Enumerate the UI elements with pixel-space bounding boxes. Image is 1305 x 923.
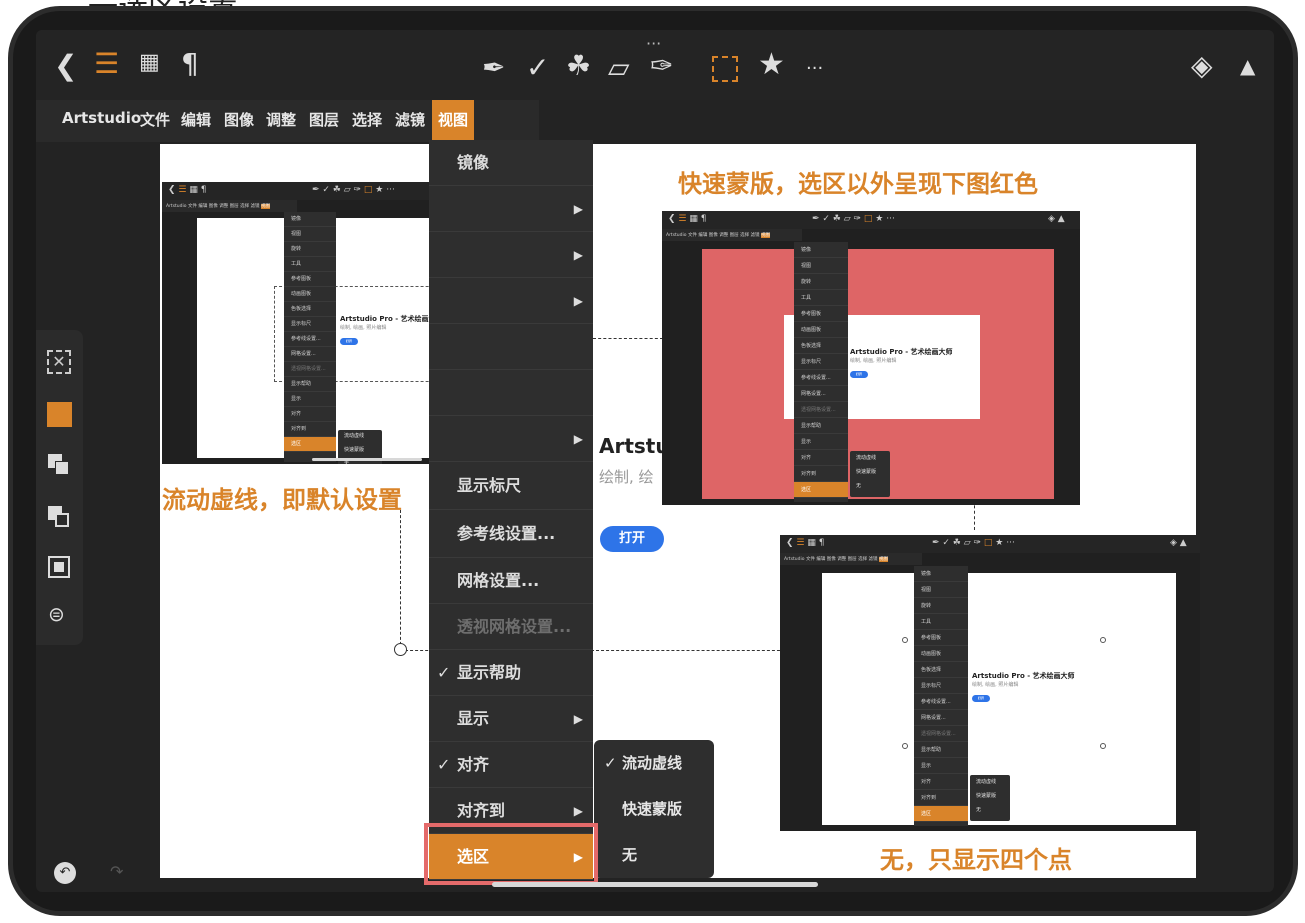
adjust-tools-icon[interactable]: ¶ [181,50,199,78]
note-quick-mask: 快速蒙版，选区以外呈现下图红色 [678,170,1038,198]
menu-item-grid-settings[interactable]: 网格设置... [429,558,593,604]
menu-item-hidden-2[interactable]: ▶ [429,232,593,278]
star-shape-icon[interactable]: ★ [758,50,785,80]
menu-icon[interactable]: ☰ [94,50,119,78]
thumb-card: Artstudio Pro - 艺术绘画大师 绘制, 绘画, 照片编辑 打开 [972,672,1075,702]
menu-select[interactable]: 选择 [352,109,382,130]
menu-image[interactable]: 图像 [224,109,254,130]
menu-bar: Artstudio 文件 编辑 图像 调整 图层 选择 滤镜 视图 [36,100,539,142]
thumb-card: Artstudio Pro - 艺术绘画大师 绘制, 绘画, 照片编辑 打开 [850,348,953,378]
screenshot-stage: { "caption_top": "一选区设置", "app": { "menu… [0,0,1305,923]
menu-item-hidden-1[interactable]: ▶ [429,186,593,232]
brush-icon[interactable]: ✒ [482,54,505,82]
thumb-view-menu: 镜像 视图 旋转 工具 参考图板 动画图板 色板选择 显示标尺 参考线设置...… [914,566,968,826]
menu-item-hidden-4[interactable] [429,324,593,370]
eyedropper-icon[interactable]: ✑ [650,52,673,80]
submenu-flowing-dashes[interactable]: ✓ 流动虚线 [594,740,714,786]
thumb-view-menu: 镜像 视图 旋转 工具 参考图板 动画图板 色板选择 显示标尺 参考线设置...… [794,242,848,502]
menu-view[interactable]: 视图 [432,100,475,142]
guide-line [593,338,663,339]
menu-layers[interactable]: 图层 [309,109,339,130]
menu-item-hidden-3[interactable]: ▶ [429,278,593,324]
menu-item-show-help[interactable]: ✓ 显示帮助 [429,650,593,696]
menu-file[interactable]: 文件 [140,109,170,130]
menu-item-perspective-grid: 透视网格设置... [429,604,593,650]
sliders-icon[interactable]: ⊜ [48,602,65,626]
menu-filter[interactable]: 滤镜 [395,109,425,130]
menu-item-guide-settings[interactable]: 参考线设置... [429,510,593,558]
menu-item-mirror[interactable]: 镜像 [429,140,593,186]
smudge-icon[interactable]: ✓ [526,54,549,82]
card-title-partial: Artstu [599,434,670,458]
layer-merge-icon[interactable] [48,454,70,476]
layer-intersect-icon[interactable] [48,556,70,578]
menu-edit[interactable]: 编辑 [181,109,211,130]
card-sub-partial: 绘制, 绘 [599,468,654,486]
thumb-selection-submenu: 流动虚线 快速蒙版 无 [850,451,890,497]
gallery-grid-icon[interactable]: ▦ [139,52,160,74]
thumbnail-quick-mask: ❮ ☰ ▦ ¶ ✒ ✓ ☘ ▱ ✑ □ ★ ··· ◈ ▲ Artstudio … [662,211,1080,505]
layer-subtract-icon[interactable] [48,506,70,528]
menu-item-display[interactable]: 显示 ▶ [429,696,593,742]
thumb-view-menu: 镜像 视图 旋转 工具 参考图板 动画图板 色板选择 显示标尺 参考线设置...… [284,212,336,462]
selection-tool-icon[interactable] [712,56,738,82]
selection-submenu: ✓ 流动虚线 快速蒙版 无 [594,740,714,878]
undo-icon[interactable]: ↶ [54,862,76,884]
highlight-box [424,823,598,885]
note-flowing-dashes: 流动虚线，即默认设置 [162,486,402,514]
note-none: 无，只显示四个点 [880,846,1072,874]
thumbnail-none: ❮ ☰ ▦ ¶ ✒ ✓ ☘ ▱ ✑ □ ★ ··· ◈ ▲ Artstudio … [780,535,1200,831]
view-menu: 镜像 ▶ ▶ ▶ ▶ 显示标尺 参考线设置... 网格设置... 透视网格设置.… [429,140,593,880]
menu-item-snap[interactable]: ✓ 对齐 [429,742,593,788]
submenu-none[interactable]: 无 [594,832,714,878]
thumb-card: Artstudio Pro - 艺术绘画大师 绘制, 绘画, 照片编辑 打开 [340,315,443,345]
color-swatch[interactable] [47,402,72,427]
layers-icon[interactable]: ◈ [1191,52,1213,80]
menu-artstudio[interactable]: Artstudio [62,109,141,127]
selection-handle[interactable] [394,643,407,656]
top-toolbar: ❮ ☰ ▦ ¶ ··· ✒ ✓ ☘ ▱ ✑ ★ ··· ◈ ▲ [36,30,1274,100]
menu-item-hidden-5[interactable] [429,370,593,416]
submenu-quick-mask[interactable]: 快速蒙版 [594,786,714,832]
more-tools-icon[interactable]: ··· [806,58,823,79]
thumb-selection-submenu: 流动虚线 快速蒙版 无 [970,775,1010,821]
eraser-icon[interactable]: ▱ [608,54,630,82]
blend-icon[interactable]: ☘ [566,52,591,80]
guide-line [400,510,401,650]
open-button[interactable]: 打开 [600,526,664,552]
collapse-arrow-icon[interactable]: ▲ [1240,56,1255,76]
app-screen: ❮ ☰ ▦ ¶ ··· ✒ ✓ ☘ ▱ ✑ ★ ··· ◈ ▲ Artstudi… [36,30,1274,892]
left-toolbar: ✕ ⊜ [36,330,83,645]
home-indicator [492,882,818,887]
menu-adjust[interactable]: 调整 [266,109,296,130]
deselect-icon[interactable]: ✕ [47,350,71,374]
menu-item-show-ruler[interactable]: 显示标尺 [429,462,593,510]
back-chevron-icon[interactable]: ❮ [54,52,77,80]
redo-icon[interactable]: ↷ [110,862,123,881]
menu-item-hidden-6[interactable]: ▶ [429,416,593,462]
